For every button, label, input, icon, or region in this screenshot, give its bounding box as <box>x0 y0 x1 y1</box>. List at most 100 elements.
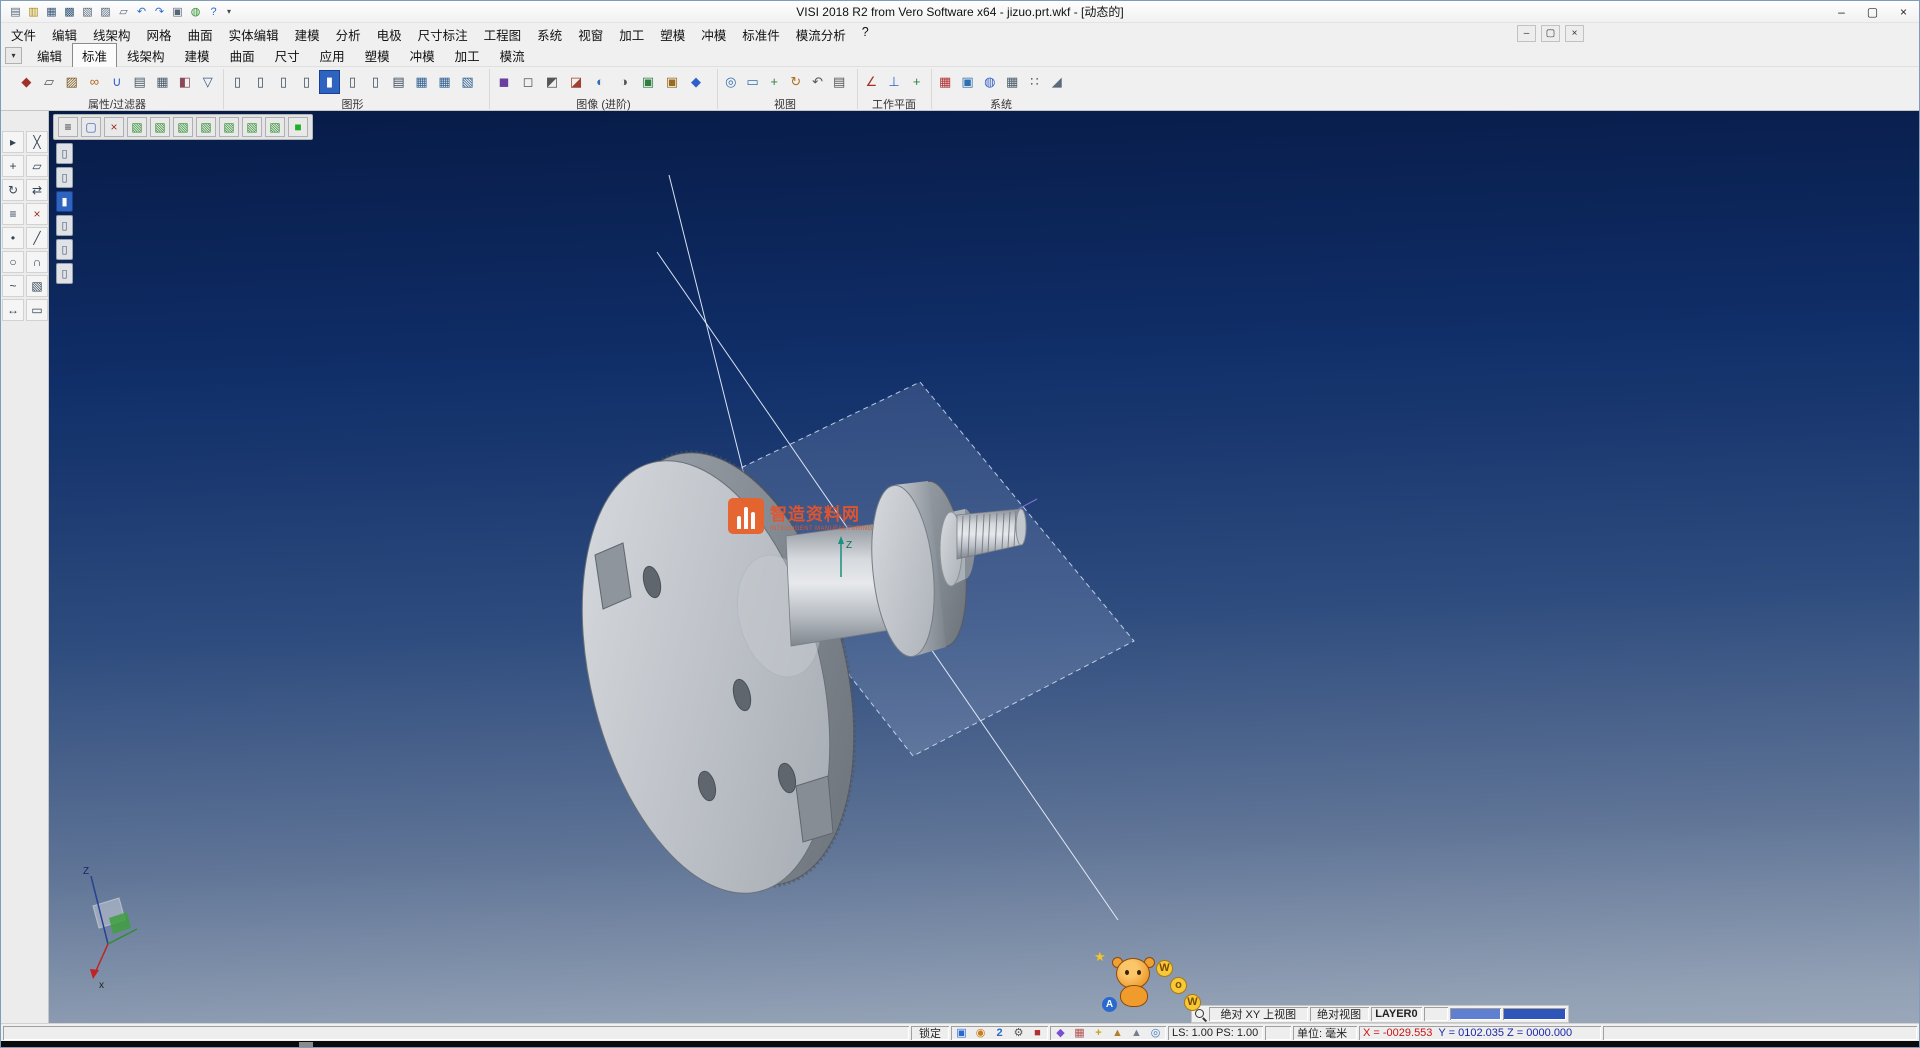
mirror-tool[interactable]: ⇄ <box>26 179 48 201</box>
wireframe-view[interactable]: ◻ <box>517 70 539 94</box>
status-capture[interactable]: ◉ <box>972 1026 989 1039</box>
workplane-create[interactable]: ∠ <box>861 70 882 94</box>
view-back[interactable]: ▧ <box>242 117 262 137</box>
minimize-button[interactable]: – <box>1826 1 1857 22</box>
filter-layer[interactable]: ▤ <box>129 70 150 94</box>
view-delete[interactable]: × <box>104 117 124 137</box>
measure-tool[interactable]: ↔ <box>2 299 24 321</box>
line-tool[interactable]: ╱ <box>26 227 48 249</box>
render-options[interactable]: ▣ <box>637 70 659 94</box>
graphics-filter-3[interactable]: ▮ <box>56 191 73 212</box>
edit-attributes[interactable]: ◆ <box>16 70 37 94</box>
undo-icon[interactable]: ↶ <box>133 3 150 20</box>
graphics-grid-a[interactable]: ▦ <box>411 70 432 94</box>
surface-tool[interactable]: ▧ <box>26 275 48 297</box>
transparency-toggle[interactable]: ◐ <box>589 70 611 94</box>
rotate-view[interactable]: ↻ <box>786 70 806 94</box>
status-ucs[interactable]: ■ <box>1029 1026 1046 1039</box>
table-settings[interactable]: ▦ <box>1002 70 1022 94</box>
view-front[interactable]: ▧ <box>150 117 170 137</box>
section-view[interactable]: ◪ <box>565 70 587 94</box>
child-close-button[interactable]: × <box>1565 25 1584 42</box>
graphics-filter-4[interactable]: ▯ <box>56 215 73 236</box>
view-right[interactable]: ▧ <box>196 117 216 137</box>
copy-icon[interactable]: ▱ <box>115 3 132 20</box>
status-settings[interactable]: ⚙ <box>1010 1026 1027 1039</box>
snap-settings[interactable]: ∷ <box>1024 70 1044 94</box>
graphics-copy[interactable]: ▯ <box>273 70 294 94</box>
material-library[interactable]: ▣ <box>661 70 683 94</box>
view-orientation-field[interactable]: 绝对 XY 上视图 <box>1209 1007 1308 1021</box>
circle-tool[interactable]: ○ <box>2 251 24 273</box>
graphics-freeze[interactable]: ▯ <box>365 70 386 94</box>
layer-field[interactable]: LAYER0 <box>1371 1007 1422 1021</box>
tab-mould[interactable]: 塑模 <box>355 43 400 68</box>
tab-machining[interactable]: 加工 <box>445 43 490 68</box>
workplane-align[interactable]: ⊥ <box>884 70 905 94</box>
move-tool[interactable]: + <box>2 155 24 177</box>
child-restore-button[interactable]: ▢ <box>1541 25 1560 42</box>
menu-item-machining[interactable]: 加工 <box>611 23 652 46</box>
menu-item-flow-analysis[interactable]: 模流分析 <box>788 23 854 46</box>
graphics-hide[interactable]: ▯ <box>296 70 317 94</box>
menu-item-standard-parts[interactable]: 标准件 <box>734 23 788 46</box>
menu-item-help[interactable]: ? <box>854 23 877 46</box>
open-file-icon[interactable]: ▥ <box>25 3 42 20</box>
advanced-render[interactable]: ◆ <box>685 70 707 94</box>
save-file-icon[interactable]: ▦ <box>43 3 60 20</box>
maximize-button[interactable]: ▢ <box>1857 1 1888 22</box>
shaded-view[interactable]: ◼ <box>493 70 515 94</box>
menu-item-window[interactable]: 视窗 <box>570 23 611 46</box>
graphics-add[interactable]: ▯ <box>250 70 271 94</box>
tab-dimension[interactable]: 尺寸 <box>265 43 310 68</box>
filter-type[interactable]: ▦ <box>152 70 173 94</box>
edge-notch-2[interactable] <box>796 776 833 842</box>
graphics-box[interactable]: ▧ <box>457 70 478 94</box>
graphics-filter-6[interactable]: ▯ <box>56 263 73 284</box>
display-settings[interactable]: ▣ <box>957 70 977 94</box>
lock-toggle[interactable]: 锁定 <box>911 1026 949 1040</box>
zoom-window[interactable]: ▭ <box>743 70 763 94</box>
world-settings[interactable]: ◍ <box>980 70 1000 94</box>
trim-tool[interactable]: ╳ <box>26 131 48 153</box>
graphics-current[interactable]: ▮ <box>319 70 340 94</box>
save-all-icon[interactable]: ▩ <box>61 3 78 20</box>
color-settings[interactable]: ▦ <box>935 70 955 94</box>
copy-attributes[interactable]: ▱ <box>39 70 60 94</box>
hidden-line-view[interactable]: ◩ <box>541 70 563 94</box>
magnet-snap[interactable]: ∪ <box>107 70 128 94</box>
pan-view[interactable]: + <box>764 70 784 94</box>
point-tool[interactable]: • <box>2 227 24 249</box>
new-file-icon[interactable]: ▤ <box>7 3 24 20</box>
graphics-grid-b[interactable]: ▦ <box>434 70 455 94</box>
filter-color[interactable]: ◧ <box>175 70 196 94</box>
copy-tool[interactable]: ▱ <box>26 155 48 177</box>
tab-modeling[interactable]: 建模 <box>175 43 220 68</box>
qat-customize-arrow[interactable]: ▾ <box>222 7 236 16</box>
tab-wireframe[interactable]: 线架构 <box>117 43 175 68</box>
status-axes[interactable]: ◆ <box>1052 1026 1069 1039</box>
note-tool[interactable]: ▭ <box>26 299 48 321</box>
calculator-icon[interactable]: ▣ <box>169 3 186 20</box>
view-mode-field[interactable]: 绝对视图 <box>1310 1007 1369 1021</box>
tab-standard[interactable]: 标准 <box>72 43 117 68</box>
selection-filter[interactable]: ▽ <box>197 70 218 94</box>
view-list[interactable]: ▤ <box>829 70 849 94</box>
menu-item-system[interactable]: 系统 <box>529 23 570 46</box>
graphics-list[interactable]: ▯ <box>227 70 248 94</box>
world-icon[interactable]: ◍ <box>187 3 204 20</box>
attribute-brush[interactable]: ▨ <box>61 70 82 94</box>
view-bottom[interactable]: ▧ <box>265 117 285 137</box>
workplane-reset[interactable]: + <box>906 70 927 94</box>
curve-tool[interactable]: ~ <box>2 275 24 297</box>
tab-application[interactable]: 应用 <box>310 43 355 68</box>
arc-tool[interactable]: ∩ <box>26 251 48 273</box>
tab-dropdown-button[interactable]: ▾ <box>5 47 22 64</box>
view-left[interactable]: ▧ <box>219 117 239 137</box>
plot-icon[interactable]: ▨ <box>97 3 114 20</box>
status-palette[interactable]: ▦ <box>1071 1026 1088 1039</box>
graphics-show-all[interactable]: ▯ <box>342 70 363 94</box>
graphics-filter-1[interactable]: ▯ <box>56 143 73 164</box>
status-display[interactable]: ▣ <box>953 1026 970 1039</box>
view-iso[interactable]: ▧ <box>127 117 147 137</box>
